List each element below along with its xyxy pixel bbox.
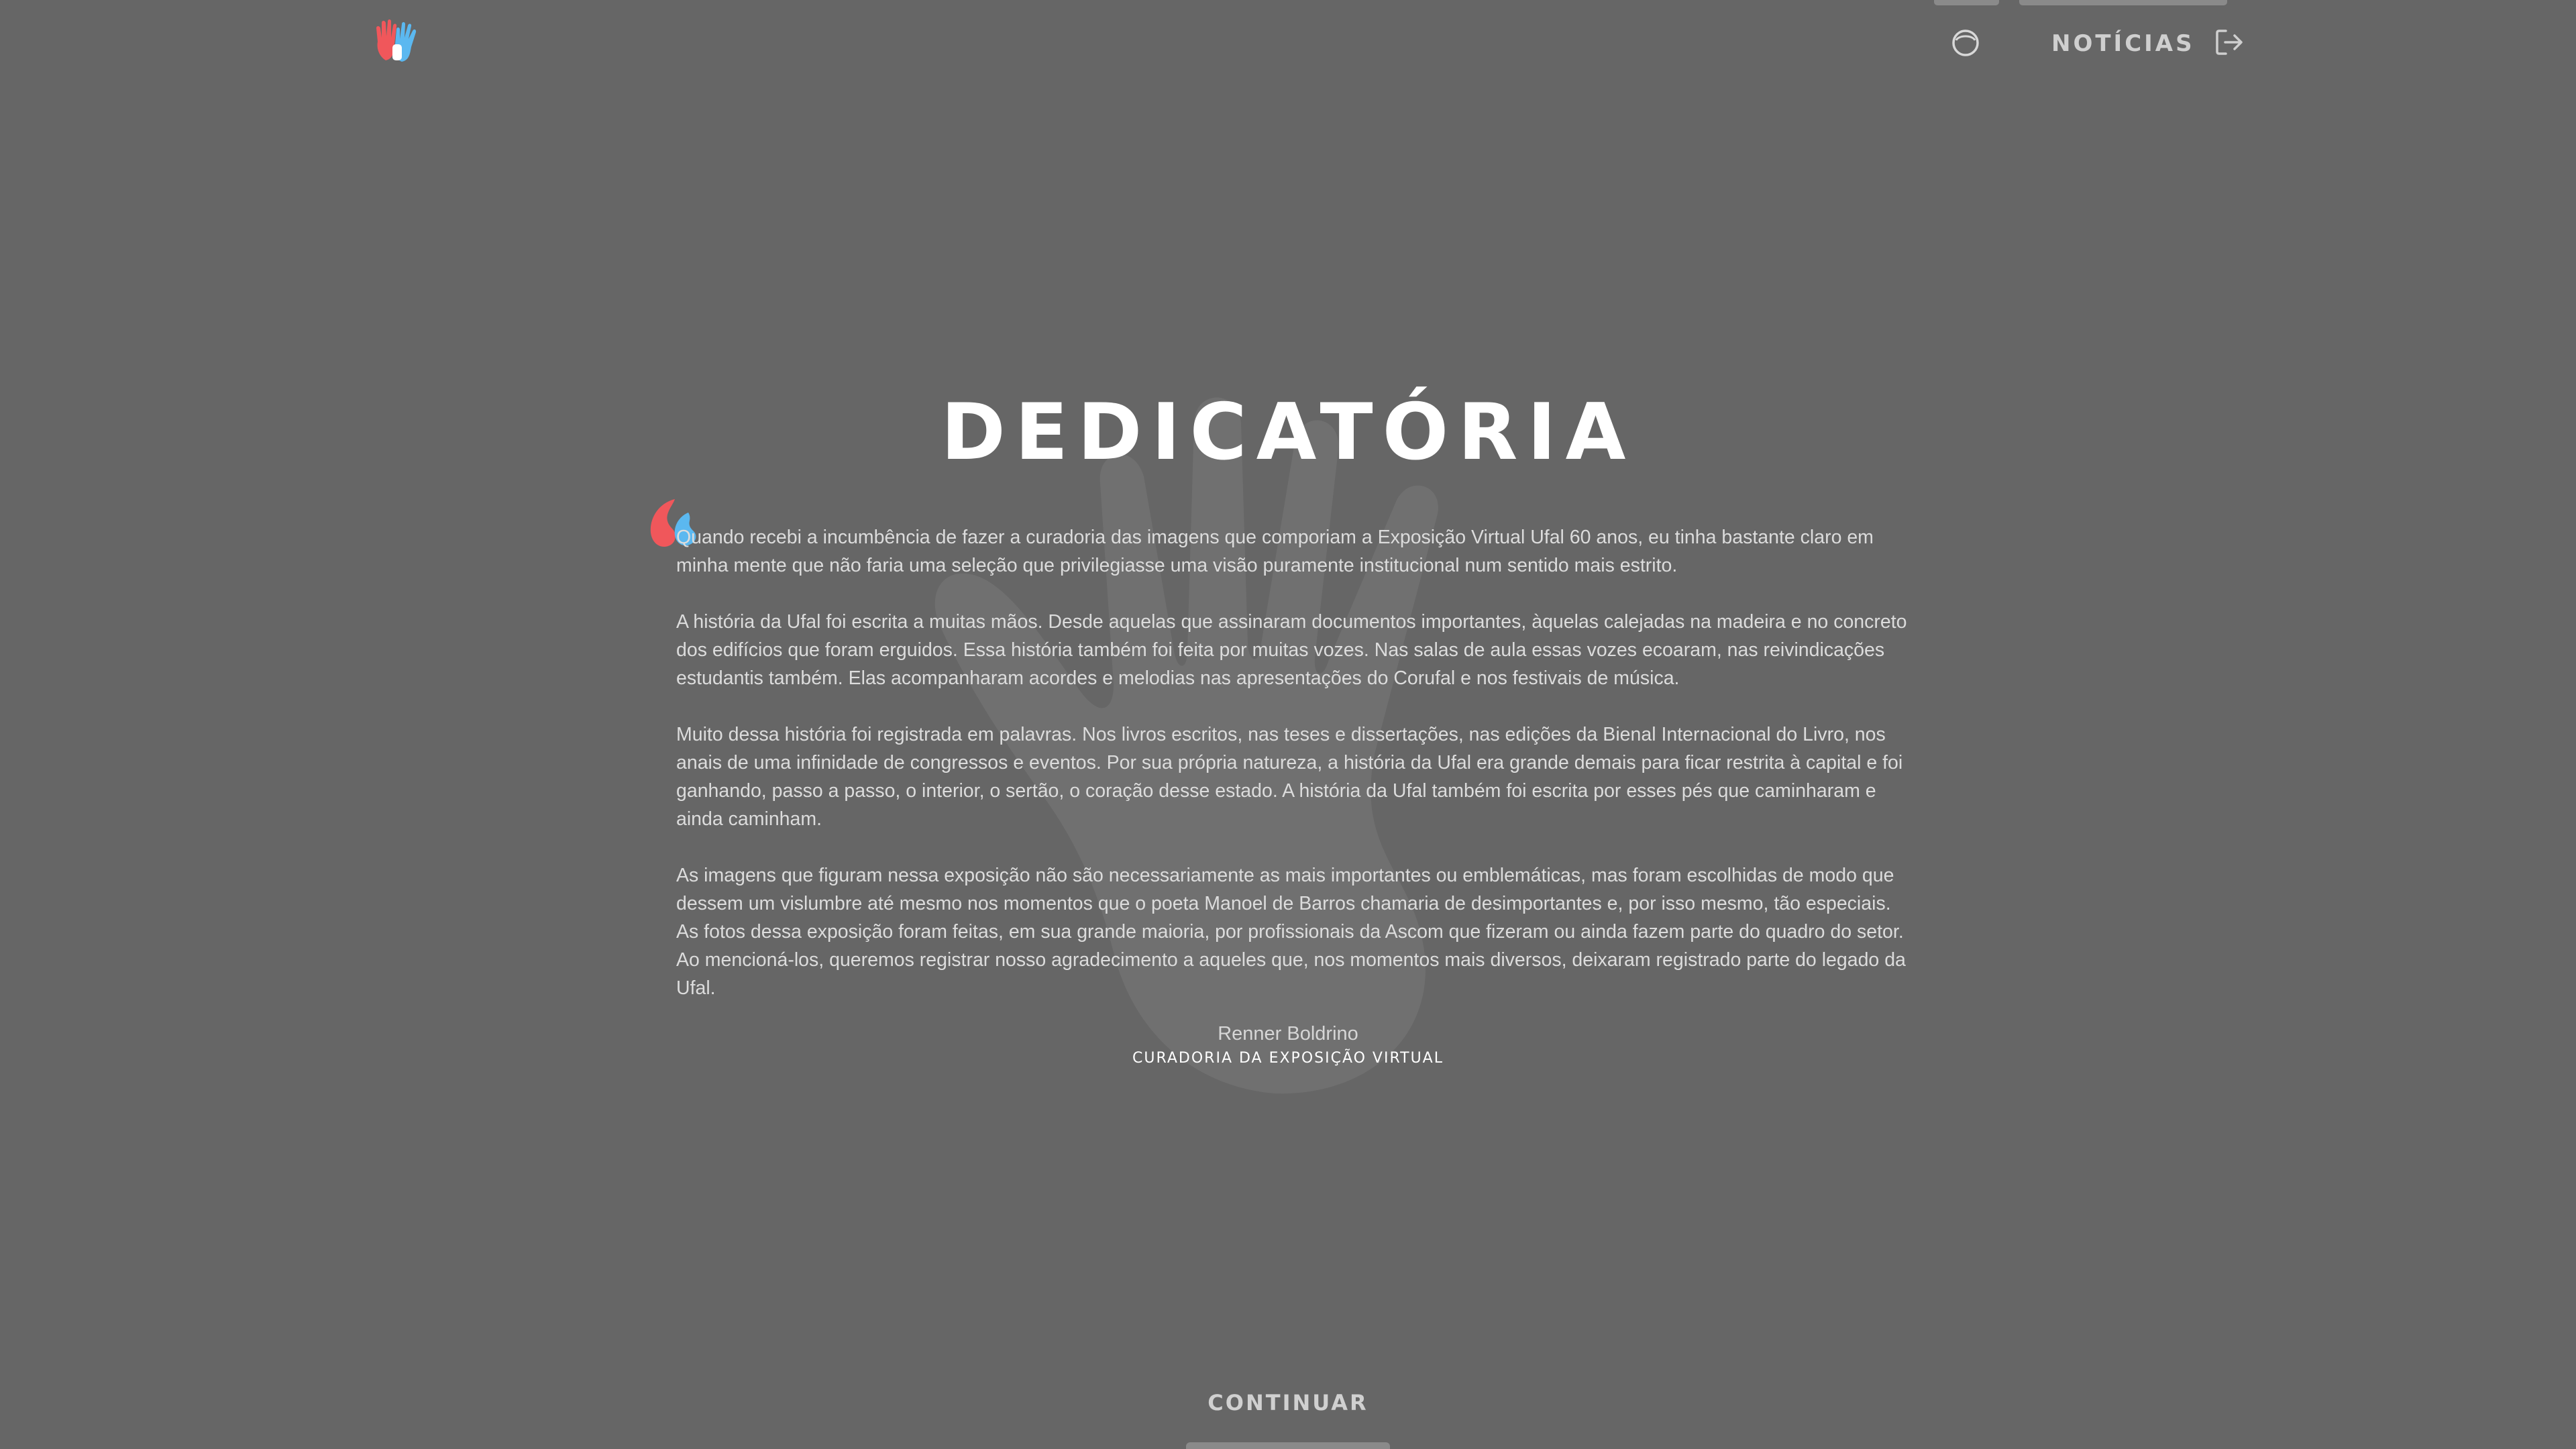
colored-hands-logo-icon[interactable] [372,17,421,64]
dedication-paragraph: A história da Ufal foi escrita a muitas … [676,611,1907,689]
page-title: DEDICATÓRIA [941,387,1635,478]
dedication-paragraph: Muito dessa história foi registrada em p… [676,724,1903,830]
continue-bar [1186,1442,1390,1449]
signature-role: CURADORIA DA EXPOSIÇÃO VIRTUAL [1132,1050,1444,1067]
exit-arrow-icon [2214,27,2245,61]
signature-name: Renner Boldrino [1218,1023,1358,1044]
continue-button[interactable]: CONTINUAR [0,1390,2576,1415]
signature-block: Renner Boldrino CURADORIA DA EXPOSIÇÃO V… [0,1020,2576,1069]
news-nav-link[interactable]: NOTÍCIAS [2051,25,2245,62]
circle-outline-icon[interactable] [1951,28,1980,58]
top-tab-marker [2019,0,2227,5]
top-tab-marker [1934,0,1999,5]
dedication-page: NOTÍCIAS DEDICATÓRIA Quando recebi a inc… [0,0,2576,1449]
news-nav-label: NOTÍCIAS [2051,30,2195,57]
dedication-paragraph: Quando recebi a incumbência de fazer a c… [676,527,1874,576]
dedication-text: Quando recebi a incumbência de fazer a c… [676,523,1911,1030]
dedication-paragraph: As imagens que figuram nessa exposição n… [676,865,1906,999]
